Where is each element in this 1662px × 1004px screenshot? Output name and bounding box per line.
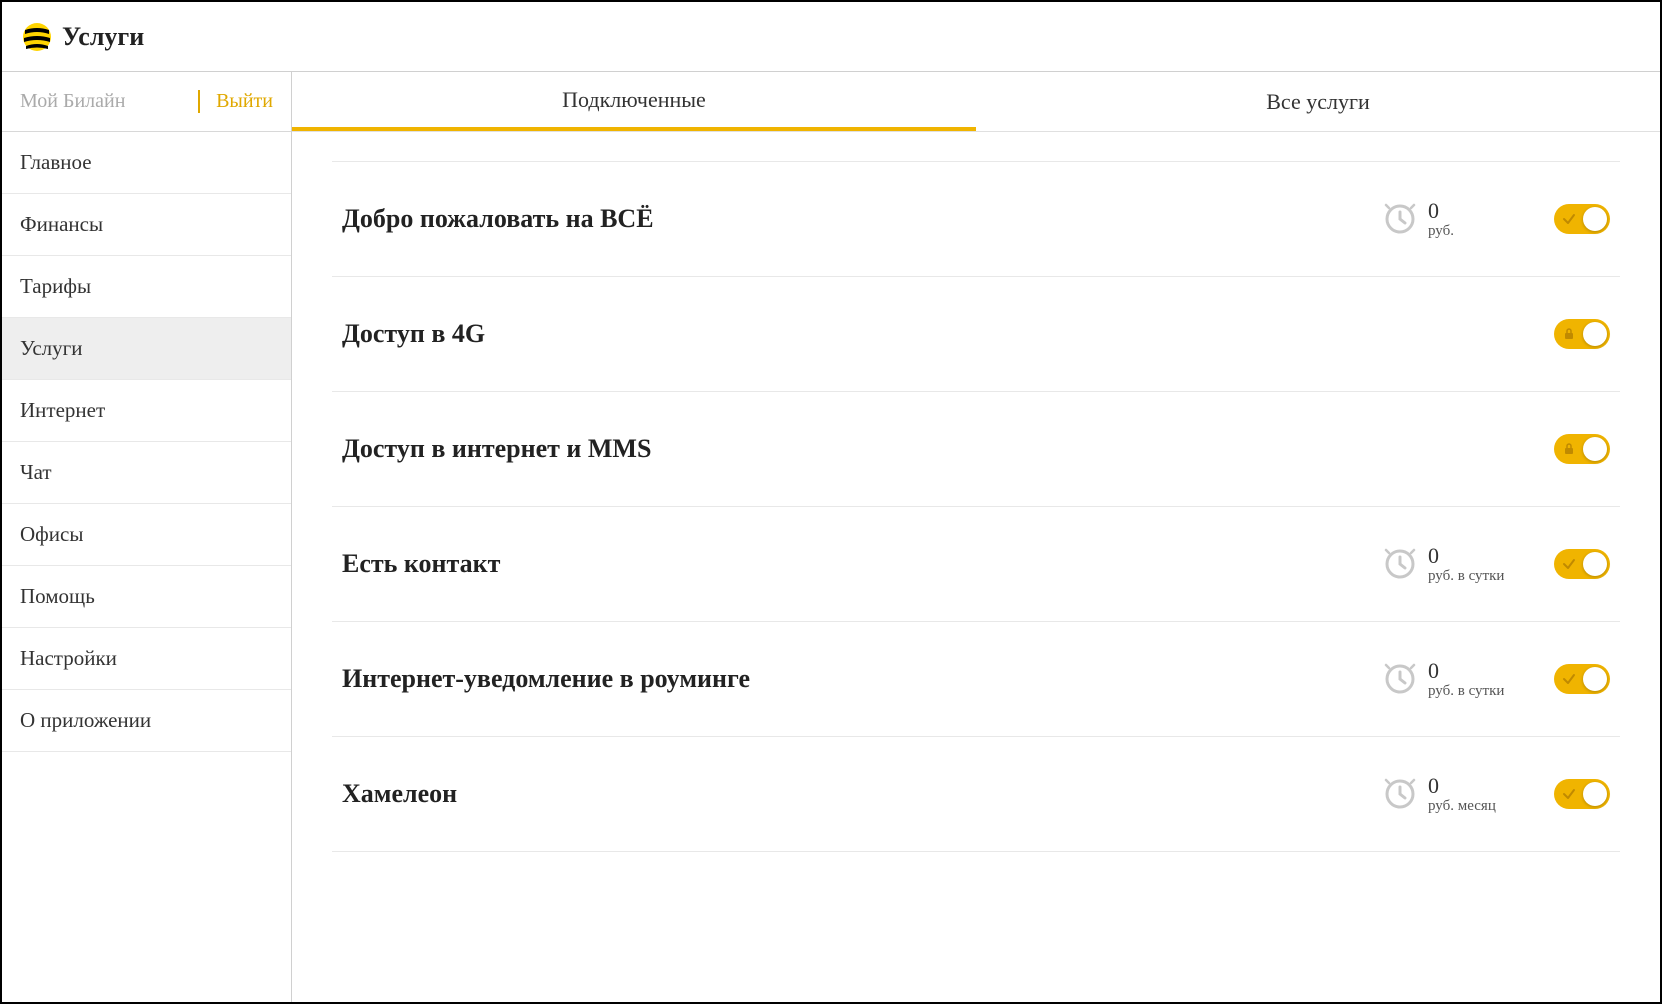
service-toggle[interactable] — [1554, 204, 1610, 234]
check-icon — [1562, 557, 1576, 571]
service-title[interactable]: Интернет-уведомление в роуминге — [342, 664, 1384, 694]
price-text: 0руб. — [1428, 199, 1454, 240]
toggle-knob — [1583, 552, 1607, 576]
price-block: 0руб. — [1384, 199, 1524, 240]
price-value: 0 — [1428, 544, 1504, 568]
lock-icon — [1562, 442, 1576, 456]
sidebar-item-label: Офисы — [20, 522, 83, 547]
clock-icon — [1384, 663, 1416, 695]
sidebar-item-2[interactable]: Тарифы — [2, 256, 291, 318]
service-list: Добро пожаловать на ВСЁ0руб.Доступ в 4GД… — [292, 132, 1660, 1002]
price-value: 0 — [1428, 774, 1496, 798]
page-title: Услуги — [62, 22, 144, 52]
service-title[interactable]: Доступ в 4G — [342, 319, 1554, 349]
price-unit: руб. — [1428, 223, 1454, 240]
tab-1[interactable]: Все услуги — [976, 72, 1660, 131]
beeline-logo-icon — [22, 22, 52, 52]
service-title[interactable]: Хамелеон — [342, 779, 1384, 809]
sidebar-item-5[interactable]: Чат — [2, 442, 291, 504]
toggle-knob — [1583, 667, 1607, 691]
sidebar-item-1[interactable]: Финансы — [2, 194, 291, 256]
sidebar-item-label: Настройки — [20, 646, 117, 671]
content-area: Подключенные Все услуги Добро пожаловать … — [292, 72, 1660, 1002]
service-row: Интернет-уведомление в роуминге 0руб. в с… — [332, 622, 1620, 737]
sidebar-item-label: Интернет — [20, 398, 105, 423]
price-value: 0 — [1428, 659, 1504, 683]
sidebar-item-label: Услуги — [20, 336, 83, 361]
sidebar-item-label: Чат — [20, 460, 52, 485]
account-label: Мой Билайн — [20, 90, 125, 113]
sidebar-item-7[interactable]: Помощь — [2, 566, 291, 628]
service-row: Есть контакт 0руб. в сутки — [332, 507, 1620, 622]
tab-label: Все услуги — [1266, 89, 1370, 115]
clock-icon — [1384, 203, 1416, 235]
toggle-knob — [1583, 322, 1607, 346]
sidebar-item-0[interactable]: Главное — [2, 132, 291, 194]
service-row: Доступ в интернет и MMS — [332, 392, 1620, 507]
sidebar-item-label: Тарифы — [20, 274, 91, 299]
price-text: 0руб. в сутки — [1428, 544, 1504, 585]
tab-label: Подключенные — [562, 87, 706, 113]
price-block: 0руб. в сутки — [1384, 544, 1524, 585]
check-icon — [1562, 787, 1576, 801]
sidebar-item-8[interactable]: Настройки — [2, 628, 291, 690]
lock-icon — [1562, 327, 1576, 341]
price-block: 0руб. месяц — [1384, 774, 1524, 815]
sidebar-item-3[interactable]: Услуги — [2, 318, 291, 380]
sidebar-item-label: Финансы — [20, 212, 103, 237]
service-title[interactable]: Доступ в интернет и MMS — [342, 434, 1554, 464]
toggle-knob — [1583, 207, 1607, 231]
check-icon — [1562, 212, 1576, 226]
price-text: 0руб. месяц — [1428, 774, 1496, 815]
service-toggle[interactable] — [1554, 779, 1610, 809]
app-header: Услуги — [2, 2, 1660, 72]
sidebar-item-9[interactable]: О приложении — [2, 690, 291, 752]
service-title[interactable]: Добро пожаловать на ВСЁ — [342, 204, 1384, 234]
service-title[interactable]: Есть контакт — [342, 549, 1384, 579]
sidebar: Мой Билайн Выйти Главное Финансы Тарифы Усл… — [2, 72, 292, 1002]
service-toggle[interactable] — [1554, 549, 1610, 579]
sidebar-item-label: О приложении — [20, 708, 151, 733]
price-unit: руб. месяц — [1428, 798, 1496, 815]
service-toggle — [1554, 434, 1610, 464]
service-toggle[interactable] — [1554, 664, 1610, 694]
price-unit: руб. в сутки — [1428, 683, 1504, 700]
service-row: Хамелеон 0руб. месяц — [332, 737, 1620, 852]
sidebar-item-label: Главное — [20, 150, 92, 175]
tabs: Подключенные Все услуги — [292, 72, 1660, 132]
price-unit: руб. в сутки — [1428, 568, 1504, 585]
partial-cutoff-row — [332, 132, 1620, 162]
price-text: 0руб. в сутки — [1428, 659, 1504, 700]
clock-icon — [1384, 548, 1416, 580]
sidebar-account-row: Мой Билайн Выйти — [2, 72, 291, 132]
check-icon — [1562, 672, 1576, 686]
toggle-knob — [1583, 782, 1607, 806]
service-row: Доступ в 4G — [332, 277, 1620, 392]
sidebar-item-4[interactable]: Интернет — [2, 380, 291, 442]
toggle-knob — [1583, 437, 1607, 461]
price-value: 0 — [1428, 199, 1454, 223]
sidebar-item-label: Помощь — [20, 584, 95, 609]
tab-0[interactable]: Подключенные — [292, 72, 976, 131]
clock-icon — [1384, 778, 1416, 810]
service-row: Добро пожаловать на ВСЁ 0руб. — [332, 162, 1620, 277]
price-block: 0руб. в сутки — [1384, 659, 1524, 700]
service-toggle — [1554, 319, 1610, 349]
logout-button[interactable]: Выйти — [198, 90, 273, 113]
sidebar-item-6[interactable]: Офисы — [2, 504, 291, 566]
